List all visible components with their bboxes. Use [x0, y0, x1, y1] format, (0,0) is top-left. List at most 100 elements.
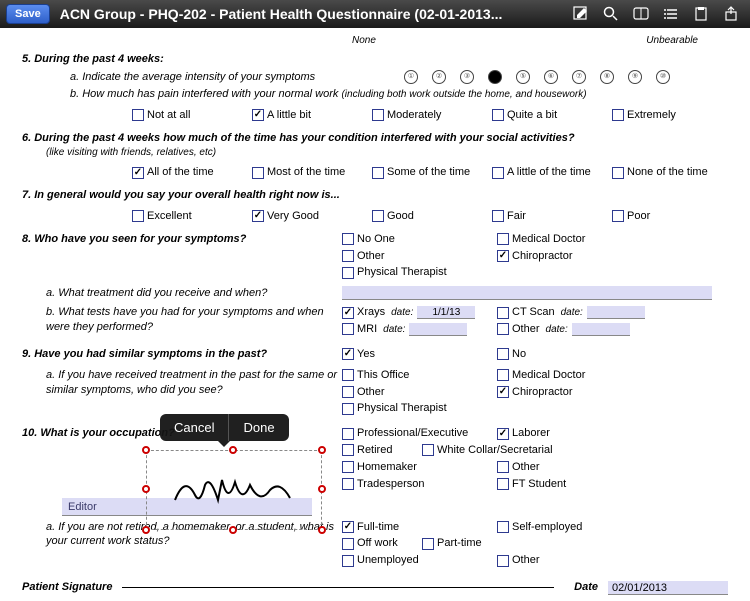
scale-2[interactable]: ② — [432, 70, 446, 84]
q8a: a. What treatment did you receive and wh… — [22, 286, 342, 301]
page-title: ACN Group - PHQ-202 - Patient Health Que… — [50, 6, 572, 22]
cb-parttime[interactable] — [422, 538, 434, 550]
cb-homemaker[interactable] — [342, 461, 354, 473]
ct-date[interactable] — [587, 306, 645, 319]
cb-xrays[interactable] — [342, 307, 354, 319]
compose-icon[interactable] — [572, 5, 590, 23]
cancel-button[interactable]: Cancel — [160, 414, 229, 441]
cb-notatall[interactable] — [132, 109, 144, 121]
cb-poor[interactable] — [612, 210, 624, 222]
handle-ml[interactable] — [142, 485, 150, 493]
cb-fair[interactable] — [492, 210, 504, 222]
handle-mr[interactable] — [318, 485, 326, 493]
q5b: b. How much has pain interfered with you… — [70, 88, 341, 100]
cb-other9[interactable] — [342, 386, 354, 398]
cb-whitecollar[interactable] — [422, 444, 434, 456]
q9a: a. If you have received treatment in the… — [22, 368, 342, 398]
list-icon[interactable] — [662, 5, 680, 23]
treatment-field[interactable] — [342, 286, 712, 300]
q6-paren: (like visiting with friends, relatives, … — [46, 146, 728, 160]
cb-md8[interactable] — [497, 233, 509, 245]
q7-head: 7. In general would you say your overall… — [22, 188, 728, 203]
cb-other10[interactable] — [497, 461, 509, 473]
bookmark-icon[interactable] — [632, 5, 650, 23]
toolbar — [572, 5, 744, 23]
scale-4[interactable] — [488, 70, 502, 84]
cb-nonetime[interactable] — [612, 167, 624, 179]
cb-mri[interactable] — [342, 323, 354, 335]
scale-unbearable: Unbearable — [646, 34, 698, 48]
clipboard-icon[interactable] — [692, 5, 710, 23]
cb-unemp[interactable] — [342, 555, 354, 567]
date-label: Date — [574, 580, 598, 595]
handle-br[interactable] — [318, 526, 326, 534]
date-field[interactable]: 02/01/2013 — [608, 581, 728, 595]
cb-mosttime[interactable] — [252, 167, 264, 179]
scale-10[interactable]: ⑩ — [656, 70, 670, 84]
cb-ct[interactable] — [497, 307, 509, 319]
cb-quitebit[interactable] — [492, 109, 504, 121]
cb-yes[interactable] — [342, 348, 354, 360]
handle-bc[interactable] — [229, 526, 237, 534]
cb-prof[interactable] — [342, 428, 354, 440]
cb-laborer[interactable] — [497, 428, 509, 440]
cb-noone[interactable] — [342, 233, 354, 245]
cb-chiro9[interactable] — [497, 386, 509, 398]
scale-3[interactable]: ③ — [460, 70, 474, 84]
cb-moderately[interactable] — [372, 109, 384, 121]
share-icon[interactable] — [722, 5, 740, 23]
mri-date[interactable] — [409, 323, 467, 336]
form-body: None Unbearable 5. During the past 4 week… — [0, 28, 750, 601]
cb-littletime[interactable] — [492, 167, 504, 179]
scale-5[interactable]: ⑤ — [516, 70, 530, 84]
sig-label: Patient Signature — [22, 580, 112, 595]
done-button[interactable]: Done — [229, 414, 288, 441]
pain-scale: ① ② ③ ⑤ ⑥ ⑦ ⑧ ⑨ ⑩ — [404, 70, 670, 84]
cb-fulltime[interactable] — [342, 521, 354, 533]
cb-othert[interactable] — [497, 323, 509, 335]
q8b: b. What tests have you had for your symp… — [22, 305, 342, 335]
handle-bl[interactable] — [142, 526, 150, 534]
cb-sometime[interactable] — [372, 167, 384, 179]
cb-pt9[interactable] — [342, 403, 354, 415]
q5b-paren: (including both work outside the home, a… — [341, 89, 586, 100]
search-icon[interactable] — [602, 5, 620, 23]
q8-head: 8. Who have you seen for your symptoms? — [22, 232, 342, 247]
save-button[interactable]: Save — [6, 4, 50, 24]
cb-extremely[interactable] — [612, 109, 624, 121]
q9-head: 9. Have you had similar symptoms in the … — [22, 347, 342, 362]
cb-excellent[interactable] — [132, 210, 144, 222]
cb-retired[interactable] — [342, 444, 354, 456]
cb-pt8[interactable] — [342, 267, 354, 279]
scale-none: None — [352, 34, 376, 48]
q6-head: 6. During the past 4 weeks how much of t… — [22, 131, 728, 146]
sig-line[interactable] — [122, 587, 554, 588]
other-date[interactable] — [572, 323, 630, 336]
handle-tc[interactable] — [229, 446, 237, 454]
cb-md9[interactable] — [497, 369, 509, 381]
cb-chiro8[interactable] — [497, 250, 509, 262]
scale-9[interactable]: ⑨ — [628, 70, 642, 84]
scale-7[interactable]: ⑦ — [572, 70, 586, 84]
cb-ftstudent[interactable] — [497, 478, 509, 490]
signature-icon — [170, 470, 300, 510]
cb-good[interactable] — [372, 210, 384, 222]
scale-6[interactable]: ⑥ — [544, 70, 558, 84]
cb-trades[interactable] — [342, 478, 354, 490]
q5a: a. Indicate the average intensity of you… — [70, 70, 376, 85]
xray-date[interactable]: 1/1/13 — [417, 306, 475, 319]
scale-8[interactable]: ⑧ — [600, 70, 614, 84]
cb-littlebit[interactable] — [252, 109, 264, 121]
cb-verygood[interactable] — [252, 210, 264, 222]
q5-head: 5. During the past 4 weeks: — [22, 52, 728, 67]
cb-thisoffice[interactable] — [342, 369, 354, 381]
cb-selfemp[interactable] — [497, 521, 509, 533]
cb-otherws[interactable] — [497, 555, 509, 567]
handle-tl[interactable] — [142, 446, 150, 454]
handle-tr[interactable] — [318, 446, 326, 454]
scale-1[interactable]: ① — [404, 70, 418, 84]
cb-offwork[interactable] — [342, 538, 354, 550]
cb-no[interactable] — [497, 348, 509, 360]
cb-other8[interactable] — [342, 250, 354, 262]
cb-alltime[interactable] — [132, 167, 144, 179]
